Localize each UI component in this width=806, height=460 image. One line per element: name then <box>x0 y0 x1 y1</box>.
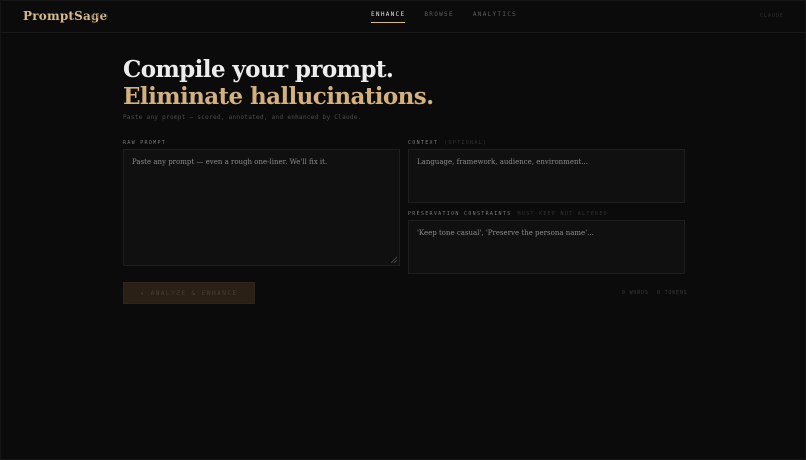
tab-browse[interactable]: BROWSE <box>424 11 453 23</box>
constraints-input[interactable] <box>409 221 684 273</box>
tab-analytics[interactable]: ANALYTICS <box>473 11 517 23</box>
model-indicator: CLAUDE <box>759 13 784 19</box>
raw-prompt-label: RAW PROMPT <box>123 140 166 146</box>
resize-handle-icon[interactable] <box>391 257 397 263</box>
hero-subtitle: Paste any prompt — scored, annotated, an… <box>123 114 362 121</box>
constraints-box <box>408 220 685 274</box>
word-count: 0 WORDS <box>622 290 649 296</box>
top-bar: PromptSage BETA ENHANCE BROWSE ANALYTICS… <box>0 0 806 33</box>
raw-prompt-box <box>123 149 400 266</box>
main-nav: ENHANCE BROWSE ANALYTICS <box>371 11 517 23</box>
context-hint: (OPTIONAL) <box>444 140 488 146</box>
constraints-label: PRESERVATION CONSTRAINTS MUST-KEEP NOT AL… <box>408 211 608 217</box>
context-box <box>408 149 685 203</box>
constraints-label-text: PRESERVATION CONSTRAINTS <box>408 211 512 217</box>
raw-prompt-label-text: RAW PROMPT <box>123 140 167 146</box>
context-label: CONTEXT (OPTIONAL) <box>408 140 487 146</box>
tab-enhance[interactable]: ENHANCE <box>371 11 406 23</box>
hero-title-line1: Compile your prompt. <box>123 56 394 83</box>
hero-title-line2: Eliminate hallucinations. <box>123 83 434 110</box>
context-label-text: CONTEXT <box>408 140 439 146</box>
beta-badge: BETA <box>92 14 111 20</box>
context-input[interactable] <box>409 150 684 202</box>
constraints-hint: MUST-KEEP NOT ALTERED <box>517 211 608 217</box>
raw-prompt-input[interactable] <box>124 150 399 265</box>
token-count: 0 TOKENS <box>657 290 688 296</box>
analyze-enhance-button[interactable]: ✦ ANALYZE & ENHANCE <box>123 282 255 304</box>
app-frame <box>0 0 806 460</box>
